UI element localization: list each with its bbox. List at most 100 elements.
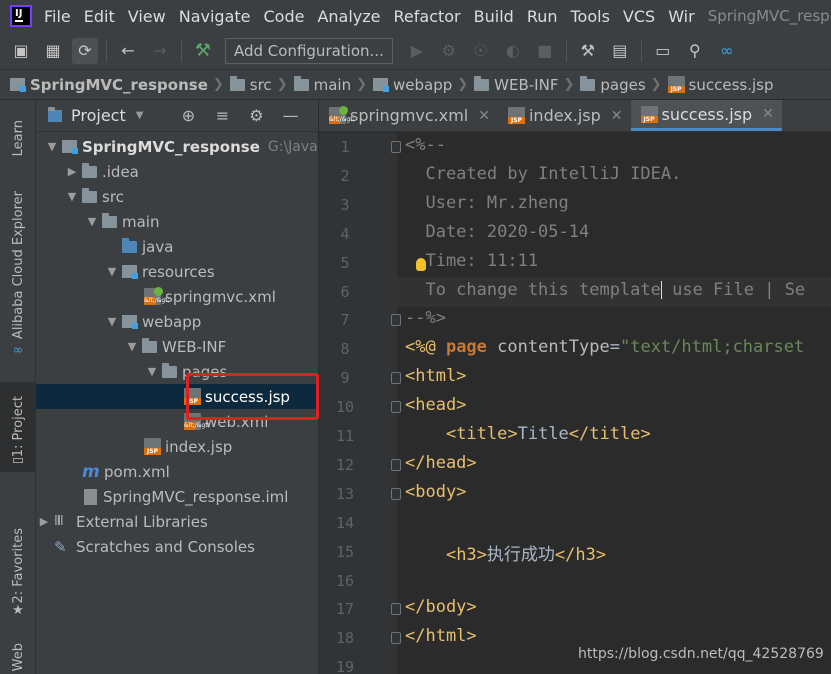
minimize-icon[interactable]: —: [273, 106, 307, 125]
forward-arrow-icon[interactable]: →: [147, 38, 173, 64]
alibaba-cloud-icon[interactable]: ∞: [714, 38, 740, 64]
menu-vcs[interactable]: VCS: [623, 7, 655, 26]
menu-edit[interactable]: Edit: [84, 7, 115, 26]
stop-icon[interactable]: ■: [532, 38, 558, 64]
editor-tab-label: springmvc.xml: [350, 106, 469, 125]
collapsed-arrow-icon[interactable]: ▶: [64, 165, 80, 178]
locate-target-icon[interactable]: ⊕: [171, 106, 205, 125]
open-folder-icon[interactable]: ▣: [8, 38, 34, 64]
close-tab-icon[interactable]: ✕: [762, 106, 774, 122]
terminal-icon[interactable]: ▭: [650, 38, 676, 64]
breadcrumb-success-jsp[interactable]: success.jsp: [667, 76, 774, 94]
menu-tools[interactable]: Tools: [571, 7, 610, 26]
breadcrumb-main[interactable]: main ❯: [293, 75, 373, 94]
menu-file[interactable]: File: [44, 7, 71, 26]
tree-item[interactable]: java: [36, 234, 173, 259]
tree-item[interactable]: ▼ main: [36, 209, 159, 234]
menu-code[interactable]: Code: [264, 7, 305, 26]
debug-icon[interactable]: ⚙: [436, 38, 462, 64]
web-tool-tab[interactable]: Web: [0, 640, 36, 674]
tree-item-content: ✎ Scratches and Consoles: [36, 538, 255, 556]
profile-icon[interactable]: ◐: [500, 38, 526, 64]
alibaba-cloud-explorer-tab[interactable]: Alibaba Cloud Explorer: [0, 190, 36, 340]
expanded-arrow-icon[interactable]: ▼: [104, 265, 120, 278]
tree-item-content: springmvc.xml: [126, 287, 276, 306]
expanded-arrow-icon[interactable]: ▼: [104, 315, 120, 328]
tree-item[interactable]: ▶ ⅡⅡ External Libraries: [36, 509, 208, 534]
watermark: https://blog.csdn.net/qq_42528769: [578, 646, 824, 662]
menu-analyze[interactable]: Analyze: [317, 7, 380, 26]
lightbulb-icon[interactable]: [416, 257, 426, 271]
chevron-right-icon: ❯: [650, 77, 662, 92]
menu-navigate[interactable]: Navigate: [179, 7, 251, 26]
tree-item-content: SpringMVC_response.iml: [64, 488, 288, 506]
tree-item[interactable]: web.xml: [36, 409, 268, 434]
breadcrumb-src[interactable]: src ❯: [229, 75, 294, 94]
collapse-all-icon[interactable]: ≡: [205, 106, 239, 125]
alibaba-cloud-icon: ∞: [12, 342, 24, 358]
editor-tab[interactable]: springmvc.xml ✕: [319, 100, 498, 131]
gear-icon[interactable]: ⚙: [239, 106, 273, 125]
favorites-tool-tab[interactable]: 2: Favorites: [0, 526, 36, 606]
menu-window[interactable]: Wir: [668, 7, 695, 26]
tree-item[interactable]: success.jsp: [36, 384, 318, 409]
add-configuration-button[interactable]: Add Configuration...: [225, 37, 393, 64]
code-area[interactable]: <%-- Created by IntelliJ IDEA. User: Mr.…: [319, 133, 831, 674]
tree-item[interactable]: index.jsp: [36, 434, 232, 459]
collapsed-arrow-icon[interactable]: ▶: [36, 515, 52, 528]
search-icon[interactable]: ⚲: [682, 38, 708, 64]
tree-item[interactable]: ▼ WEB-INF: [36, 334, 226, 359]
back-arrow-icon[interactable]: ←: [115, 38, 141, 64]
menu-run[interactable]: Run: [527, 7, 558, 26]
breadcrumb-project[interactable]: SpringMVC_response ❯: [10, 76, 230, 94]
libraries-icon: ⅡⅡ: [54, 514, 64, 529]
menu-build[interactable]: Build: [474, 7, 514, 26]
breadcrumb-web-inf[interactable]: WEB-INF ❯: [474, 75, 580, 94]
tree-item-content: ▼ WEB-INF: [124, 337, 226, 356]
tree-item[interactable]: ✎ Scratches and Consoles: [36, 534, 255, 559]
folder-icon: [142, 337, 157, 353]
code-line: <%--: [405, 135, 446, 155]
expanded-arrow-icon[interactable]: ▼: [144, 365, 160, 378]
tree-item[interactable]: SpringMVC_response.iml: [36, 484, 288, 509]
tree-item-label: java: [142, 237, 174, 256]
expanded-arrow-icon[interactable]: ▼: [124, 340, 140, 353]
coverage-icon[interactable]: ☉: [468, 38, 494, 64]
expanded-arrow-icon[interactable]: ▼: [84, 215, 100, 228]
tree-item[interactable]: ▼ src: [36, 184, 124, 209]
close-tab-icon[interactable]: ✕: [611, 108, 623, 124]
tree-item[interactable]: ▼ pages: [36, 359, 227, 384]
left-tool-stripe: Learn Alibaba Cloud Explorer ∞ 1: Projec…: [0, 100, 36, 674]
breadcrumb-webapp[interactable]: webapp ❯: [372, 76, 474, 94]
menu-refactor[interactable]: Refactor: [394, 7, 461, 26]
tree-item[interactable]: ▼ SpringMVC_response G:\JavaEE: [36, 134, 318, 159]
code-token: </html>: [405, 626, 477, 647]
chevron-down-icon[interactable]: ▼: [136, 110, 144, 121]
sync-icon[interactable]: ⟳: [72, 37, 98, 64]
breadcrumb-label: pages: [600, 75, 646, 94]
build-hammer-icon[interactable]: ⚒: [190, 38, 216, 64]
code-line: <%@ page contentType="text/html;charset: [405, 337, 804, 357]
tree-item[interactable]: ▶ .idea: [36, 159, 139, 184]
save-all-icon[interactable]: ▦: [40, 38, 66, 64]
close-tab-icon[interactable]: ✕: [478, 108, 490, 124]
run-icon[interactable]: ▶: [404, 38, 430, 64]
breadcrumb-pages[interactable]: pages ❯: [580, 75, 667, 94]
tree-item[interactable]: ▼ resources: [36, 259, 215, 284]
editor-tabs: springmvc.xml ✕ index.jsp ✕ success.jsp ✕: [319, 100, 831, 132]
menu-view[interactable]: View: [128, 7, 166, 26]
tree-item[interactable]: m pom.xml: [36, 459, 170, 484]
settings-wrench-icon[interactable]: ⚒: [575, 38, 601, 64]
code-line: </head>: [405, 453, 477, 473]
tree-item[interactable]: springmvc.xml: [36, 284, 276, 309]
editor-tab[interactable]: index.jsp ✕: [498, 100, 631, 131]
learn-tool-tab[interactable]: Learn: [0, 108, 36, 168]
project-view-selector[interactable]: Project: [71, 106, 126, 125]
tree-item[interactable]: ▼ webapp: [36, 309, 202, 334]
expanded-arrow-icon[interactable]: ▼: [64, 190, 80, 203]
spring-xml-icon: [144, 287, 163, 305]
editor-tab-label: index.jsp: [528, 106, 601, 125]
project-structure-icon[interactable]: ▤: [607, 38, 633, 64]
expanded-arrow-icon[interactable]: ▼: [44, 140, 60, 153]
editor-tab[interactable]: success.jsp ✕: [630, 100, 782, 131]
